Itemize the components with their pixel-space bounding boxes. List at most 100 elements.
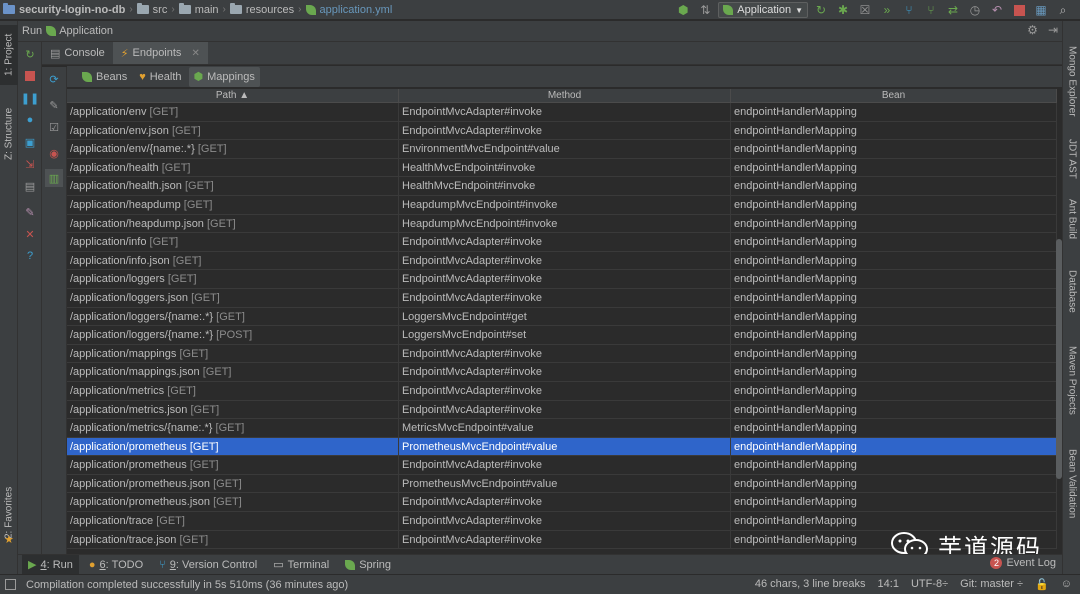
table-row[interactable]: /application/env [GET] EndpointMvcAdapter… xyxy=(67,103,1057,122)
layout-icon[interactable]: ▤ xyxy=(22,178,38,194)
column-header-path[interactable]: Path ▲ xyxy=(67,89,399,103)
path-text: /application/loggers.json xyxy=(70,291,189,304)
run-app-tab[interactable]: Application xyxy=(46,25,113,37)
table-row[interactable]: /application/metrics.json [GET] EndpointM… xyxy=(67,400,1057,420)
mongo-explorer-tab[interactable]: Mongo Explorer xyxy=(1063,31,1080,131)
refresh-icon[interactable]: ⟳ xyxy=(46,71,62,87)
profile-icon[interactable]: » xyxy=(878,1,896,19)
file-encoding[interactable]: UTF-8÷ xyxy=(911,578,948,591)
console-icon: ▤ xyxy=(50,47,61,60)
database-tab[interactable]: Database xyxy=(1063,261,1080,321)
lock-icon[interactable]: 🔓 xyxy=(1035,578,1049,591)
table-row[interactable]: /application/metrics [GET] EndpointMvcAda… xyxy=(67,381,1057,401)
rerun-icon[interactable]: ↻ xyxy=(22,46,38,62)
jdt-ast-tab[interactable]: JDT AST xyxy=(1063,131,1080,186)
vcs-commit-icon[interactable]: ⑂ xyxy=(922,1,940,19)
breadcrumb-file[interactable]: application.yml xyxy=(303,0,396,20)
path-text: /application/env/{name:.*} xyxy=(70,143,195,156)
http-verb: [GET] xyxy=(207,217,236,230)
table-row[interactable]: /application/env/{name:.*} [GET] Environm… xyxy=(67,140,1057,159)
tab-version-control[interactable]: ⑂ 9: Version Control xyxy=(153,555,263,574)
endpoint-tabs: Beans ♥ Health ⬢ Mappings xyxy=(67,66,1062,88)
table-row[interactable]: /application/loggers/{name:.*} [POST] Log… xyxy=(67,326,1057,345)
chart-icon[interactable]: ▥ xyxy=(45,169,63,187)
project-structure-icon[interactable]: ▦ xyxy=(1032,1,1050,19)
build-icon[interactable]: ⬢ xyxy=(674,1,692,19)
cell-method: EndpointMvcAdapter#invoke xyxy=(399,270,731,289)
bean-validation-tab[interactable]: Bean Validation xyxy=(1063,439,1080,529)
toggle-tool-windows-icon[interactable] xyxy=(5,579,16,590)
breadcrumb-src[interactable]: src xyxy=(134,0,171,20)
gear-icon[interactable]: ⚙ xyxy=(1027,23,1038,37)
breadcrumb-resources[interactable]: resources xyxy=(227,0,297,20)
pause-icon[interactable]: ❚❚ xyxy=(21,90,39,106)
project-tab[interactable]: 1: Project xyxy=(0,25,18,85)
rerun-icon[interactable]: ↻ xyxy=(812,1,830,19)
column-header-method[interactable]: Method xyxy=(399,89,731,103)
search-icon[interactable]: ⌕ xyxy=(1054,1,1072,19)
table-row[interactable]: /application/prometheus [GET] PrometheusM… xyxy=(67,437,1057,457)
table-row[interactable]: /application/prometheus.json [GET] Endpoi… xyxy=(67,493,1057,513)
edit-icon[interactable]: ✎ xyxy=(46,97,62,113)
tab-run[interactable]: ▶ 4: Run xyxy=(22,555,79,574)
table-row[interactable]: /application/heapdump [GET] HeapdumpMvcEn… xyxy=(67,195,1057,215)
tab-terminal[interactable]: ▭ Terminal xyxy=(267,555,335,574)
table-row[interactable]: /application/loggers.json [GET] EndpointM… xyxy=(67,288,1057,308)
help-icon[interactable]: ? xyxy=(22,248,38,264)
close-icon[interactable]: ✕ xyxy=(22,226,38,242)
cell-method: EndpointMvcAdapter#invoke xyxy=(399,512,731,531)
camera-icon[interactable]: ▣ xyxy=(22,134,38,150)
close-icon[interactable]: ✕ xyxy=(191,48,199,59)
stop-icon[interactable] xyxy=(22,68,38,84)
cell-method: EndpointMvcAdapter#invoke xyxy=(399,456,731,475)
vcs-history-icon[interactable]: ◷ xyxy=(966,1,984,19)
tab-health[interactable]: ♥ Health xyxy=(134,67,186,87)
sort-icon[interactable]: ⇅ xyxy=(696,1,714,19)
inspector-icon[interactable]: ☺ xyxy=(1061,578,1072,591)
breadcrumb-project[interactable]: security-login-no-db xyxy=(0,0,128,20)
left-tool-strip: 1: Project Z: Structure 2: Favorites ★ xyxy=(0,21,18,574)
checkbox-icon[interactable]: ☑ xyxy=(46,119,62,135)
exit-icon[interactable]: ⇲ xyxy=(22,156,38,172)
table-row[interactable]: /application/info [GET] EndpointMvcAdapte… xyxy=(67,233,1057,252)
caret-position[interactable]: 14:1 xyxy=(878,578,899,591)
structure-tab[interactable]: Z: Structure xyxy=(0,99,18,169)
tab-beans[interactable]: Beans xyxy=(77,67,132,87)
vcs-compare-icon[interactable]: ⇄ xyxy=(944,1,962,19)
event-log-tab[interactable]: 2 Event Log xyxy=(990,557,1056,569)
table-row[interactable]: /application/env.json [GET] EndpointMvcAd… xyxy=(67,121,1057,141)
table-row[interactable]: /application/mappings.json [GET] Endpoint… xyxy=(67,363,1057,382)
maven-projects-tab[interactable]: Maven Projects xyxy=(1063,335,1080,425)
hide-icon[interactable]: ⇥ xyxy=(1048,23,1058,37)
table-row[interactable]: /application/metrics/{name:.*} [GET] Metr… xyxy=(67,419,1057,438)
tab-endpoints[interactable]: ⚡ Endpoints ✕ xyxy=(112,42,208,64)
column-header-bean[interactable]: Bean xyxy=(731,89,1057,103)
table-row[interactable]: /application/loggers [GET] EndpointMvcAda… xyxy=(67,270,1057,289)
tab-mappings[interactable]: ⬢ Mappings xyxy=(188,66,260,87)
tab-spring[interactable]: Spring xyxy=(339,555,397,574)
git-branch[interactable]: Git: master ÷ xyxy=(960,578,1023,591)
vertical-scrollbar[interactable] xyxy=(1056,239,1062,479)
run-configuration-select[interactable]: Application ▼ xyxy=(718,2,808,18)
table-row[interactable]: /application/prometheus.json [GET] Promet… xyxy=(67,474,1057,494)
vcs-update-icon[interactable]: ⑂ xyxy=(900,1,918,19)
table-row[interactable]: /application/info.json [GET] EndpointMvcA… xyxy=(67,251,1057,271)
table-row[interactable]: /application/mappings [GET] EndpointMvcAd… xyxy=(67,344,1057,364)
table-row[interactable]: /application/loggers/{name:.*} [GET] Logg… xyxy=(67,307,1057,327)
debug-icon[interactable]: ✱ xyxy=(834,1,852,19)
dump-threads-icon[interactable]: ● xyxy=(22,112,38,128)
table-row[interactable]: /application/health [GET] HealthMvcEndpoi… xyxy=(67,158,1057,178)
table-row[interactable]: /application/health.json [GET] HealthMvcE… xyxy=(67,177,1057,196)
filter-icon[interactable]: ◉ xyxy=(46,145,62,161)
stop-icon[interactable] xyxy=(1010,1,1028,19)
pin-icon[interactable]: ✎ xyxy=(22,204,38,220)
breadcrumb-main[interactable]: main xyxy=(176,0,222,20)
tab-console[interactable]: ▤ Console xyxy=(42,42,113,64)
table-row[interactable]: /application/prometheus [GET] EndpointMvc… xyxy=(67,456,1057,475)
ant-build-tab[interactable]: Ant Build xyxy=(1063,189,1080,249)
tab-run-label: : Run xyxy=(46,558,73,571)
coverage-icon[interactable]: ☒ xyxy=(856,1,874,19)
revert-icon[interactable]: ↶ xyxy=(988,1,1006,19)
tab-todo[interactable]: ● 6: TODO xyxy=(83,555,149,574)
table-row[interactable]: /application/heapdump.json [GET] Heapdump… xyxy=(67,214,1057,234)
